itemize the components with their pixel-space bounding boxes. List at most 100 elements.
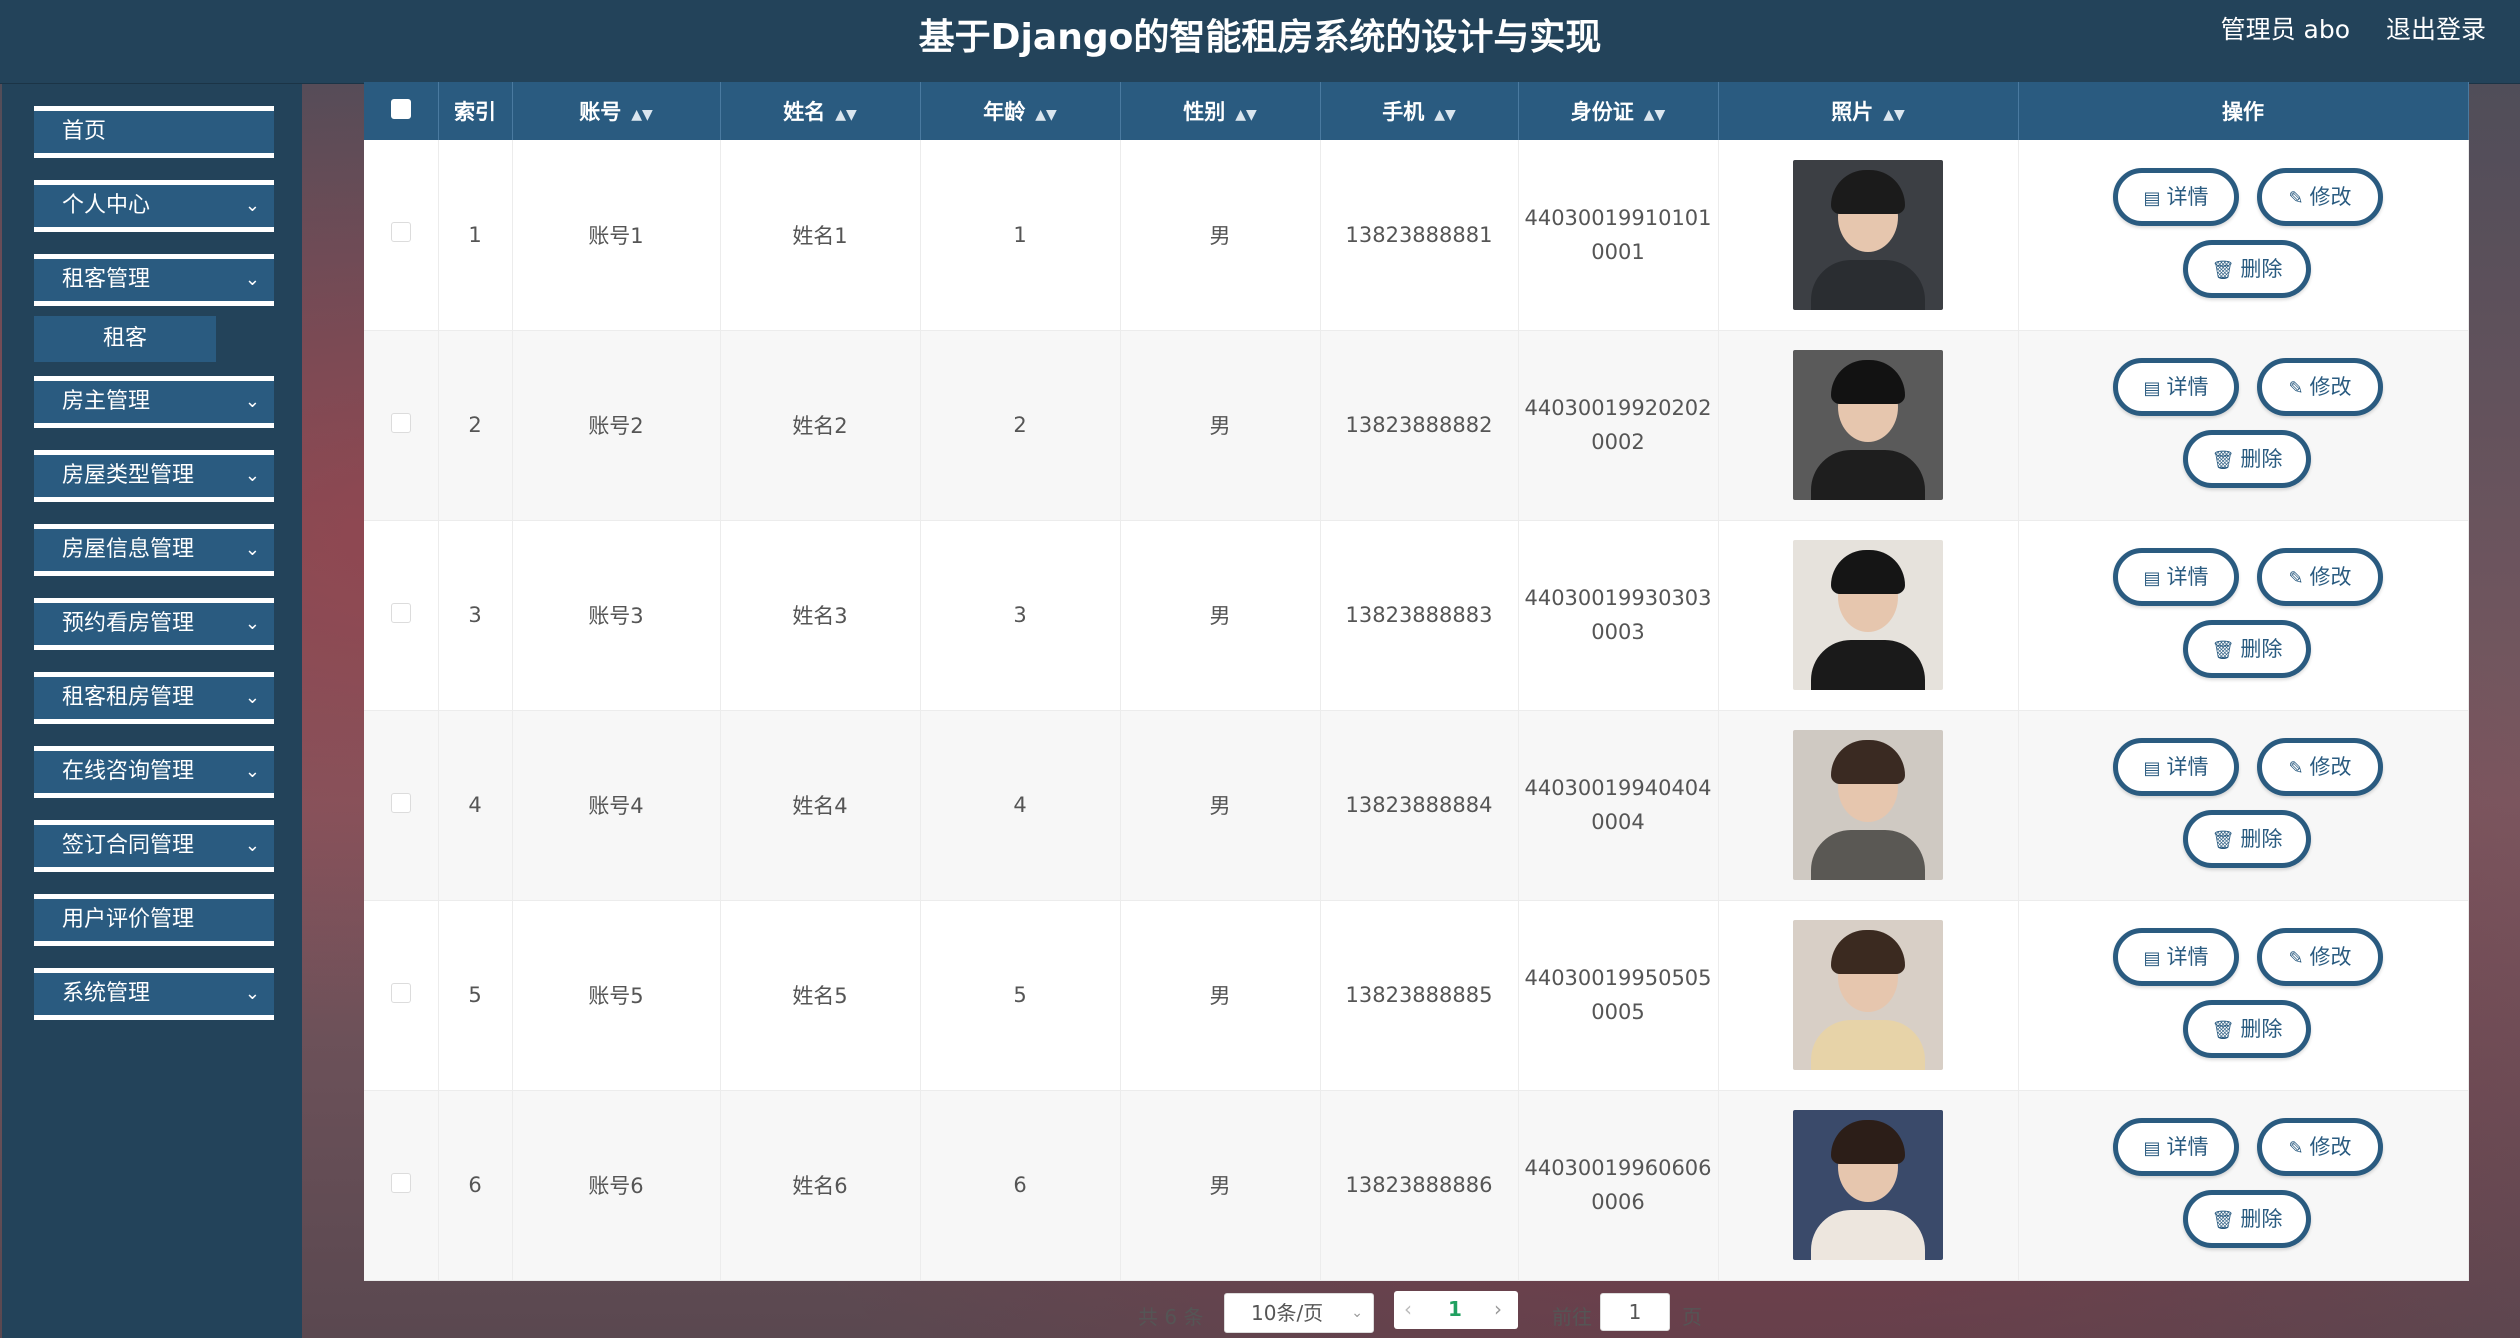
row-checkbox-cell[interactable] [364, 1090, 439, 1281]
sort-icon[interactable]: ▲▼ [1035, 107, 1057, 123]
detail-button[interactable]: ▤ 详情 [2113, 167, 2239, 226]
delete-label: 删除 [2240, 827, 2283, 851]
detail-button[interactable]: ▤ 详情 [2113, 928, 2239, 986]
sidebar-item-online-consult-management[interactable]: 在线咨询管理 ⌄ [34, 746, 274, 798]
delete-button[interactable]: 🗑 删除 [2183, 1190, 2311, 1248]
sort-icon[interactable]: ▲▼ [835, 107, 857, 123]
detail-label: 详情 [2166, 755, 2209, 779]
detail-button[interactable]: ▤ 详情 [2113, 358, 2239, 416]
column-header-index: 索引 [438, 82, 513, 140]
edit-label: 修改 [2309, 945, 2352, 969]
row-checkbox[interactable] [390, 792, 411, 813]
sidebar-item-house-info-management[interactable]: 房屋信息管理 ⌄ [34, 524, 274, 576]
sidebar-item-label: 房屋信息管理 [62, 537, 195, 562]
edit-button[interactable]: ✎ 修改 [2257, 548, 2383, 606]
table-row: 4 账号4 姓名4 4 男 13823888884 44030019940404… [364, 710, 2469, 901]
column-header-account[interactable]: 账号 ▲▼ [512, 82, 721, 140]
row-checkbox-cell[interactable] [364, 520, 439, 711]
sidebar-item-user-review-management[interactable]: 用户评价管理 [34, 894, 274, 946]
pencil-icon: ✎ [2288, 948, 2304, 969]
cell-phone: 13823888886 [1320, 1090, 1519, 1281]
tenant-photo[interactable] [1793, 730, 1943, 880]
delete-button[interactable]: 🗑 删除 [2183, 1000, 2311, 1058]
sidebar-item-contract-management[interactable]: 签订合同管理 ⌄ [34, 820, 274, 872]
delete-button[interactable]: 🗑 删除 [2183, 620, 2311, 678]
sidebar-item-tenant-rental-management[interactable]: 租客租房管理 ⌄ [34, 672, 274, 724]
sort-icon[interactable]: ▲▼ [1235, 107, 1257, 123]
column-header-gender[interactable]: 性别 ▲▼ [1120, 82, 1321, 140]
row-checkbox[interactable] [390, 222, 411, 243]
row-checkbox-cell[interactable] [364, 140, 439, 331]
photo-hair-shape [1831, 360, 1905, 404]
detail-label: 详情 [2166, 184, 2209, 209]
page-size-select[interactable]: 10条/页 ⌄ [1224, 1293, 1374, 1333]
sort-icon[interactable]: ▲▼ [1434, 107, 1456, 123]
tenant-photo[interactable] [1793, 1110, 1943, 1260]
cell-account: 账号2 [512, 330, 721, 521]
cell-gender: 男 [1120, 900, 1321, 1091]
next-page-icon[interactable]: › [1494, 1297, 1502, 1321]
detail-button[interactable]: ▤ 详情 [2113, 738, 2239, 796]
column-header-id-card[interactable]: 身份证 ▲▼ [1518, 82, 1719, 140]
chevron-down-icon: ⌄ [244, 465, 260, 486]
sidebar-item-viewing-appointment-management[interactable]: 预约看房管理 ⌄ [34, 598, 274, 650]
edit-button[interactable]: ✎ 修改 [2257, 1118, 2383, 1176]
sort-icon[interactable]: ▲▼ [1644, 107, 1666, 123]
select-all-checkbox-cell[interactable] [364, 82, 439, 140]
detail-button[interactable]: ▤ 详情 [2113, 1118, 2239, 1176]
tenant-photo[interactable] [1793, 350, 1943, 500]
edit-button[interactable]: ✎ 修改 [2257, 167, 2383, 226]
delete-button[interactable]: 🗑 删除 [2183, 430, 2311, 488]
cell-photo [1718, 140, 2019, 331]
tenant-photo[interactable] [1793, 920, 1943, 1070]
sort-icon[interactable]: ▲▼ [631, 107, 653, 123]
row-checkbox[interactable] [390, 982, 411, 1003]
sidebar-item-landlord-management[interactable]: 房主管理 ⌄ [34, 376, 274, 428]
cell-actions: ▤ 详情 ✎ 修改 🗑 删除 [2018, 520, 2469, 711]
detail-button[interactable]: ▤ 详情 [2113, 548, 2239, 606]
photo-body-shape [1811, 1210, 1925, 1260]
column-header-phone[interactable]: 手机 ▲▼ [1320, 82, 1519, 140]
sidebar-item-house-type-management[interactable]: 房屋类型管理 ⌄ [34, 450, 274, 502]
column-header-age[interactable]: 年龄 ▲▼ [920, 82, 1121, 140]
row-checkbox[interactable] [390, 1172, 411, 1193]
photo-body-shape [1811, 640, 1925, 690]
logout-link[interactable]: 退出登录 [2386, 10, 2486, 46]
column-header-photo[interactable]: 照片 ▲▼ [1718, 82, 2019, 140]
delete-button[interactable]: 🗑 删除 [2183, 810, 2311, 868]
cell-actions: ▤ 详情 ✎ 修改 🗑 删除 [2018, 1090, 2469, 1281]
row-checkbox[interactable] [390, 412, 411, 433]
action-buttons: ▤ 详情 ✎ 修改 🗑 删除 [2093, 1110, 2393, 1260]
row-checkbox-cell[interactable] [364, 900, 439, 1091]
cell-index: 1 [438, 140, 513, 331]
pencil-icon: ✎ [2288, 758, 2304, 779]
column-header-name[interactable]: 姓名 ▲▼ [720, 82, 921, 140]
prev-page-icon[interactable]: ‹ [1404, 1297, 1412, 1321]
current-page-number[interactable]: 1 [1448, 1297, 1462, 1321]
row-checkbox-cell[interactable] [364, 330, 439, 521]
sidebar-item-personal-center[interactable]: 个人中心 ⌄ [34, 180, 274, 232]
row-checkbox-cell[interactable] [364, 710, 439, 901]
sort-icon[interactable]: ▲▼ [1883, 107, 1905, 123]
edit-button[interactable]: ✎ 修改 [2257, 358, 2383, 416]
sidebar-item-system-management[interactable]: 系统管理 ⌄ [34, 968, 274, 1020]
select-all-checkbox[interactable] [390, 98, 411, 119]
chevron-down-icon: ⌄ [244, 761, 260, 782]
sidebar-item-home[interactable]: 首页 [34, 106, 274, 158]
tenant-photo[interactable] [1793, 540, 1943, 690]
edit-button[interactable]: ✎ 修改 [2257, 928, 2383, 986]
cell-gender: 男 [1120, 330, 1321, 521]
row-checkbox[interactable] [390, 602, 411, 623]
cell-actions: ▤ 详情 ✎ 修改 🗑 删除 [2018, 710, 2469, 901]
tenant-photo[interactable] [1793, 159, 1943, 310]
pencil-icon: ✎ [2288, 187, 2304, 209]
cell-phone: 13823888884 [1320, 710, 1519, 901]
detail-label: 详情 [2166, 565, 2209, 589]
pencil-icon: ✎ [2288, 568, 2304, 589]
photo-hair-shape [1831, 740, 1905, 784]
sidebar-item-tenant-management[interactable]: 租客管理 ⌄ [34, 254, 274, 306]
edit-button[interactable]: ✎ 修改 [2257, 738, 2383, 796]
delete-button[interactable]: 🗑 删除 [2183, 239, 2311, 298]
sidebar-subitem-tenant[interactable]: 租客 [34, 316, 216, 362]
goto-page-input[interactable]: 1 [1600, 1293, 1670, 1331]
